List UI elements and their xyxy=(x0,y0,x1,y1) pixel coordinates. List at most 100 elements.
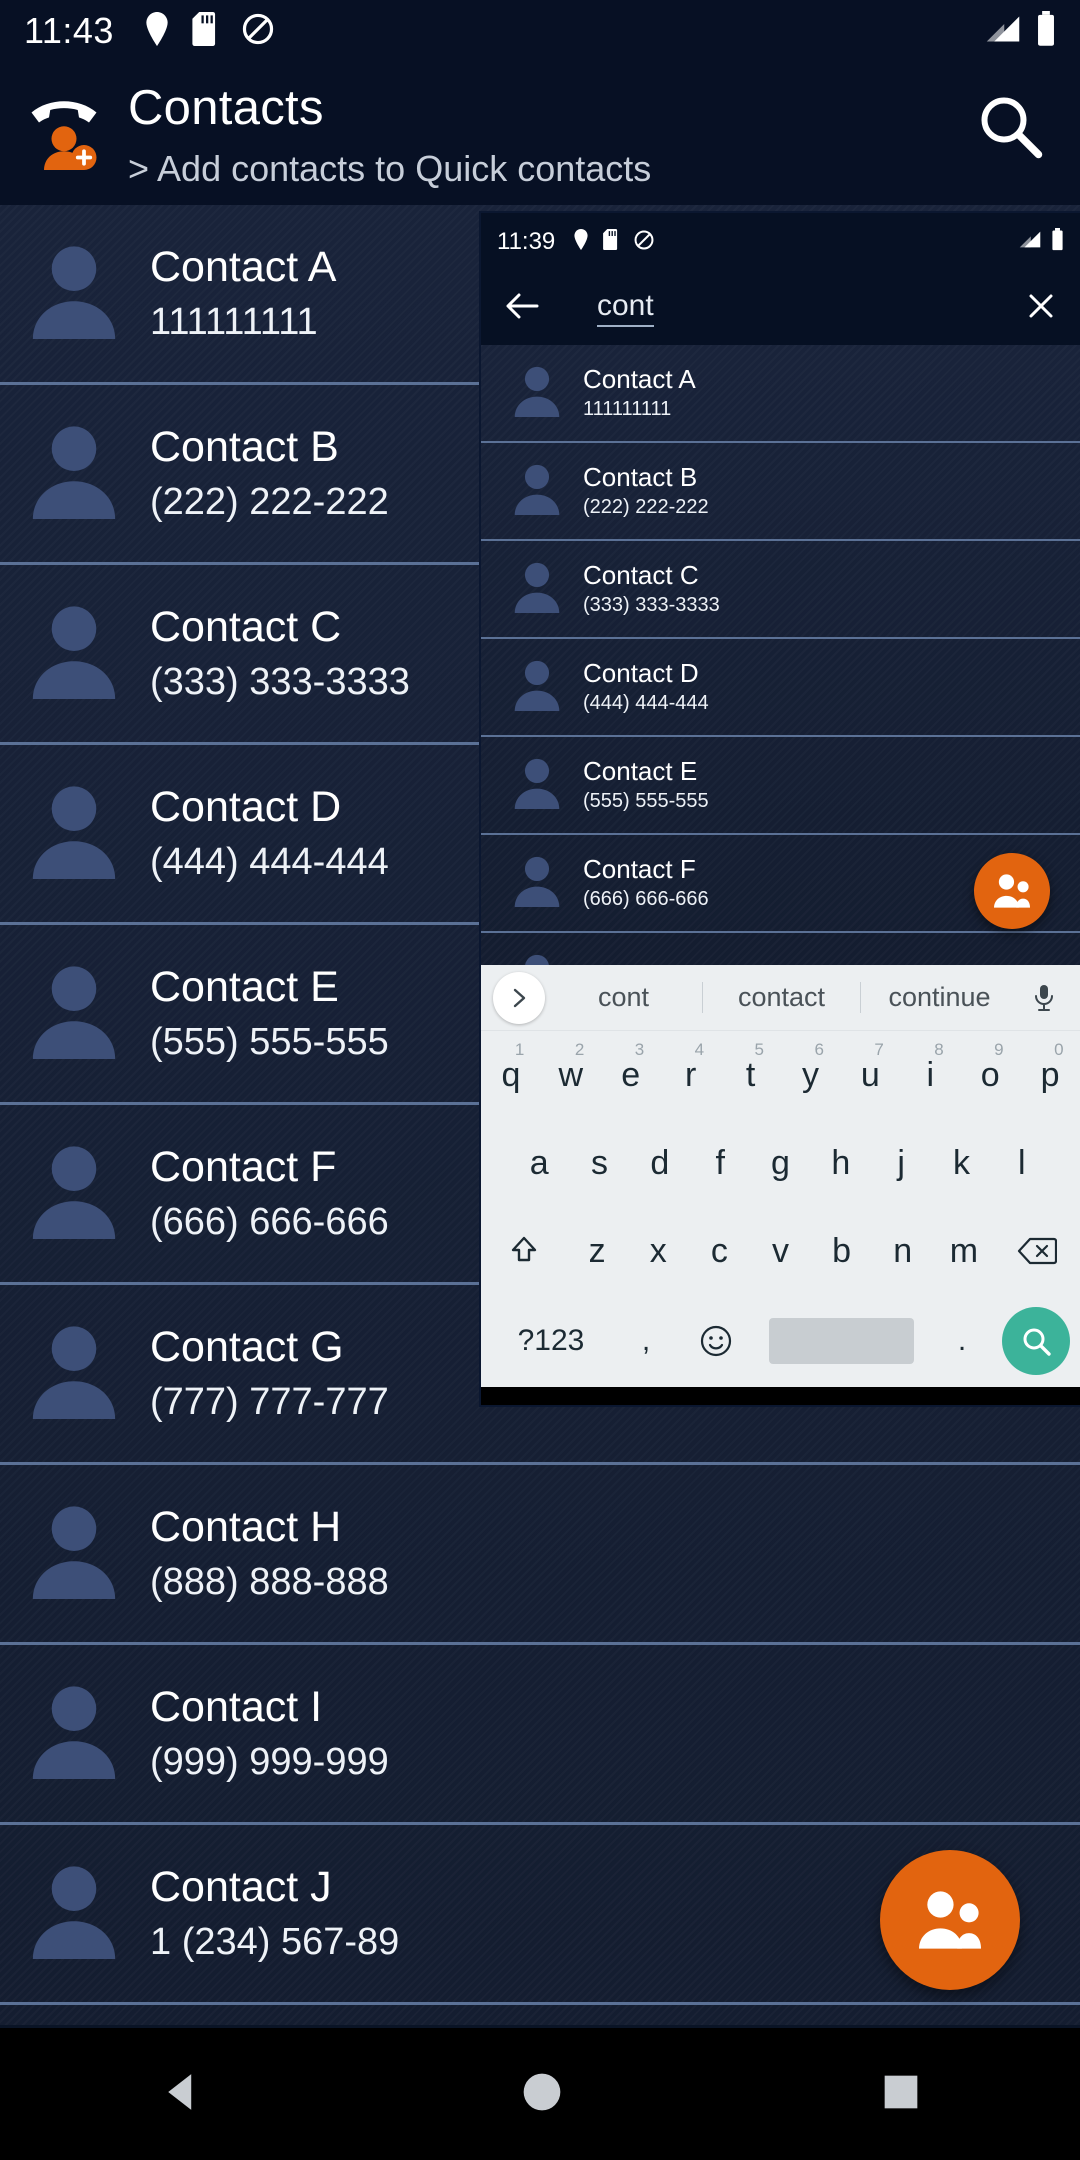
avatar xyxy=(22,243,126,344)
chevron-right-icon[interactable] xyxy=(493,971,545,1024)
key-f[interactable]: f xyxy=(690,1144,750,1183)
keyboard-row-2[interactable]: asdfghjkl xyxy=(481,1119,1080,1207)
contact-name: Contact I xyxy=(150,1682,323,1731)
recents-nav-button[interactable] xyxy=(845,1405,867,1406)
contact-name: Contact D xyxy=(150,782,342,831)
key-e[interactable]: e3 xyxy=(601,1040,661,1095)
navigation-bar[interactable] xyxy=(0,2028,1080,2160)
contact-name: Contact J xyxy=(150,1862,332,1911)
key-n[interactable]: n xyxy=(872,1232,933,1271)
contact-row[interactable]: Contact C (333) 333-3333 xyxy=(481,541,1080,639)
key-v[interactable]: v xyxy=(750,1232,811,1271)
emoji-key[interactable] xyxy=(681,1324,751,1358)
key-s[interactable]: s xyxy=(569,1144,629,1183)
key-l[interactable]: l xyxy=(992,1144,1052,1183)
key-i[interactable]: i8 xyxy=(900,1040,960,1095)
suggestion-strip: cont contact continue xyxy=(481,965,1080,1031)
key-o[interactable]: o9 xyxy=(960,1040,1020,1095)
suggestion-1[interactable]: contact xyxy=(702,982,860,1013)
key-p[interactable]: p0 xyxy=(1020,1040,1080,1095)
key-number: 7 xyxy=(874,1039,884,1059)
key-m[interactable]: m xyxy=(933,1232,994,1271)
battery-icon xyxy=(1051,228,1064,256)
key-label: q xyxy=(501,1055,521,1094)
space-key[interactable] xyxy=(769,1318,914,1364)
comma-key[interactable]: , xyxy=(611,1324,681,1358)
key-t[interactable]: t5 xyxy=(721,1040,781,1095)
on-screen-keyboard[interactable]: cont contact continue q1w2e3r4t5y6u7i8o9… xyxy=(481,965,1080,1387)
inner-navigation-bar[interactable] xyxy=(481,1387,1080,1405)
contact-row[interactable]: Contact D (444) 444-444 xyxy=(481,639,1080,737)
search-input[interactable]: cont xyxy=(597,289,654,327)
key-b[interactable]: b xyxy=(811,1232,872,1271)
contact-name: Contact C xyxy=(150,602,342,651)
contact-number: (555) 555-555 xyxy=(150,1020,389,1063)
add-contacts-fab[interactable] xyxy=(880,1850,1020,1990)
suggestion-0[interactable]: cont xyxy=(545,982,702,1013)
close-icon[interactable] xyxy=(1026,291,1056,326)
avatar xyxy=(22,1683,126,1784)
key-label: p xyxy=(1040,1055,1060,1094)
back-arrow-icon[interactable] xyxy=(505,291,539,326)
recents-nav-button[interactable] xyxy=(880,2071,922,2118)
search-key[interactable] xyxy=(1002,1307,1070,1375)
key-x[interactable]: x xyxy=(628,1232,689,1271)
contact-row[interactable]: Contact H (888) 888-888 xyxy=(0,1465,1080,1645)
contact-number: (555) 555-555 xyxy=(583,790,709,812)
period-key[interactable]: . xyxy=(932,1324,992,1358)
avatar xyxy=(22,1503,126,1604)
inner-contacts-list[interactable]: Contact A 111111111 Contact B (222) 222-222… xyxy=(481,345,1080,1031)
key-h[interactable]: h xyxy=(811,1144,871,1183)
key-k[interactable]: k xyxy=(931,1144,991,1183)
mic-icon[interactable] xyxy=(1018,983,1070,1013)
key-r[interactable]: r4 xyxy=(661,1040,721,1095)
key-d[interactable]: d xyxy=(630,1144,690,1183)
signal-icon xyxy=(1018,230,1042,254)
key-u[interactable]: u7 xyxy=(840,1040,900,1095)
contact-row[interactable]: Contact B (222) 222-222 xyxy=(481,443,1080,541)
numeric-key[interactable]: ?123 xyxy=(491,1324,611,1358)
contact-name: Contact H xyxy=(150,1502,342,1551)
key-a[interactable]: a xyxy=(509,1144,569,1183)
key-q[interactable]: q1 xyxy=(481,1040,541,1095)
key-j[interactable]: j xyxy=(871,1144,931,1183)
keyboard-row-4[interactable]: ?123 , . xyxy=(481,1295,1080,1387)
avatar xyxy=(22,783,126,884)
hide-keyboard-button[interactable] xyxy=(543,1404,571,1406)
add-contacts-fab[interactable] xyxy=(974,853,1050,929)
key-c[interactable]: c xyxy=(689,1232,750,1271)
home-nav-button[interactable] xyxy=(520,2070,564,2119)
avatar xyxy=(22,603,126,704)
contact-number: 111111111 xyxy=(150,300,318,343)
key-label: o xyxy=(980,1055,1000,1094)
suggestion-2[interactable]: continue xyxy=(860,982,1018,1013)
keyboard-row-1[interactable]: q1w2e3r4t5y6u7i8o9p0 xyxy=(481,1031,1080,1119)
contact-row[interactable]: Contact A 111111111 xyxy=(481,345,1080,443)
key-label: u xyxy=(860,1055,880,1094)
home-nav-button[interactable] xyxy=(696,1404,720,1406)
contact-row[interactable]: Contact E (555) 555-555 xyxy=(481,737,1080,835)
key-g[interactable]: g xyxy=(750,1144,810,1183)
contact-number: (333) 333-3333 xyxy=(150,660,410,703)
key-label: i xyxy=(926,1055,935,1094)
key-label: r xyxy=(684,1055,697,1094)
keyboard-row-3[interactable]: zxcvbnm xyxy=(481,1207,1080,1295)
battery-icon xyxy=(1036,10,1056,52)
inner-search-bar: cont xyxy=(481,271,1080,345)
key-y[interactable]: y6 xyxy=(781,1040,841,1095)
contact-row[interactable]: Contact I (999) 999-999 xyxy=(0,1645,1080,1825)
key-number: 5 xyxy=(754,1039,765,1059)
page-subtitle: > Add contacts to Quick contacts xyxy=(128,148,652,189)
back-nav-button[interactable] xyxy=(158,2069,204,2120)
contact-name: Contact C xyxy=(583,560,699,590)
signal-icon xyxy=(984,14,1022,49)
backspace-key[interactable] xyxy=(994,1236,1080,1266)
key-z[interactable]: z xyxy=(567,1232,628,1271)
key-w[interactable]: w2 xyxy=(541,1040,601,1095)
contact-name: Contact A xyxy=(583,364,696,394)
contact-name: Contact E xyxy=(150,962,339,1011)
shift-key[interactable] xyxy=(481,1234,567,1268)
key-number: 6 xyxy=(814,1039,824,1059)
key-number: 9 xyxy=(994,1039,1004,1059)
search-icon[interactable] xyxy=(974,90,1046,162)
